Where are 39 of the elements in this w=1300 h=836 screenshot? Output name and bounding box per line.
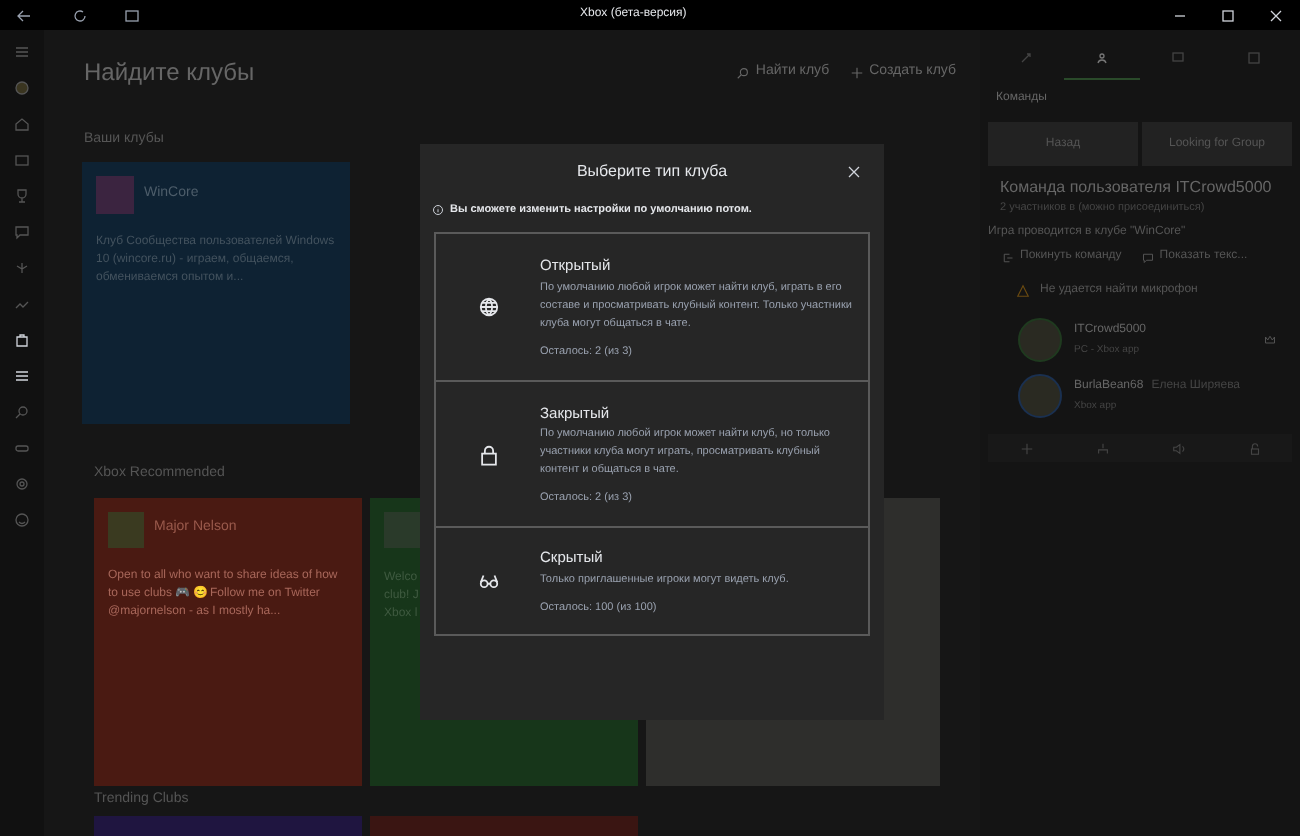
search-icon[interactable] xyxy=(14,404,30,420)
trophy-icon[interactable] xyxy=(14,188,30,204)
exit-icon xyxy=(1002,251,1014,264)
club-logo-placeholder xyxy=(96,175,134,213)
smiley-icon[interactable] xyxy=(14,512,30,528)
club-tile[interactable] xyxy=(370,816,638,836)
team-title: Команда пользователя ITCrowd5000 xyxy=(1000,176,1274,200)
plus-icon xyxy=(1019,441,1033,456)
maximize-icon[interactable] xyxy=(1220,7,1236,23)
chat-icon xyxy=(1141,251,1154,264)
back-icon[interactable] xyxy=(16,7,32,23)
lock-icon xyxy=(1247,441,1261,456)
avatar xyxy=(1018,374,1062,419)
refresh-icon[interactable] xyxy=(72,7,88,23)
home-icon[interactable] xyxy=(14,116,30,132)
padlock-icon xyxy=(477,443,499,465)
controller-icon[interactable] xyxy=(14,440,30,456)
people-icon xyxy=(1094,49,1110,65)
avatar-icon[interactable] xyxy=(14,80,30,96)
plus-icon xyxy=(849,65,864,79)
speaker-icon xyxy=(1171,441,1185,456)
dialog-title: Выберите тип клуба xyxy=(576,160,728,184)
info-icon xyxy=(432,204,444,217)
search-icon xyxy=(735,65,750,79)
page-heading: Найдите клубы xyxy=(84,56,255,90)
globe-icon xyxy=(477,296,499,318)
store-icon[interactable] xyxy=(14,332,30,348)
close-icon[interactable] xyxy=(1268,7,1284,23)
club-logo-placeholder xyxy=(108,511,144,547)
chat-icon[interactable] xyxy=(14,224,30,240)
window-snap-icon[interactable] xyxy=(124,7,140,23)
club-tile[interactable] xyxy=(94,816,362,836)
avatar xyxy=(1018,318,1062,363)
close-icon[interactable] xyxy=(846,164,862,180)
warning-icon xyxy=(1016,284,1030,299)
settings-icon[interactable] xyxy=(14,476,30,492)
swap-icon xyxy=(1018,49,1034,65)
glasses-icon xyxy=(477,570,499,592)
trending-icon[interactable] xyxy=(14,296,30,312)
